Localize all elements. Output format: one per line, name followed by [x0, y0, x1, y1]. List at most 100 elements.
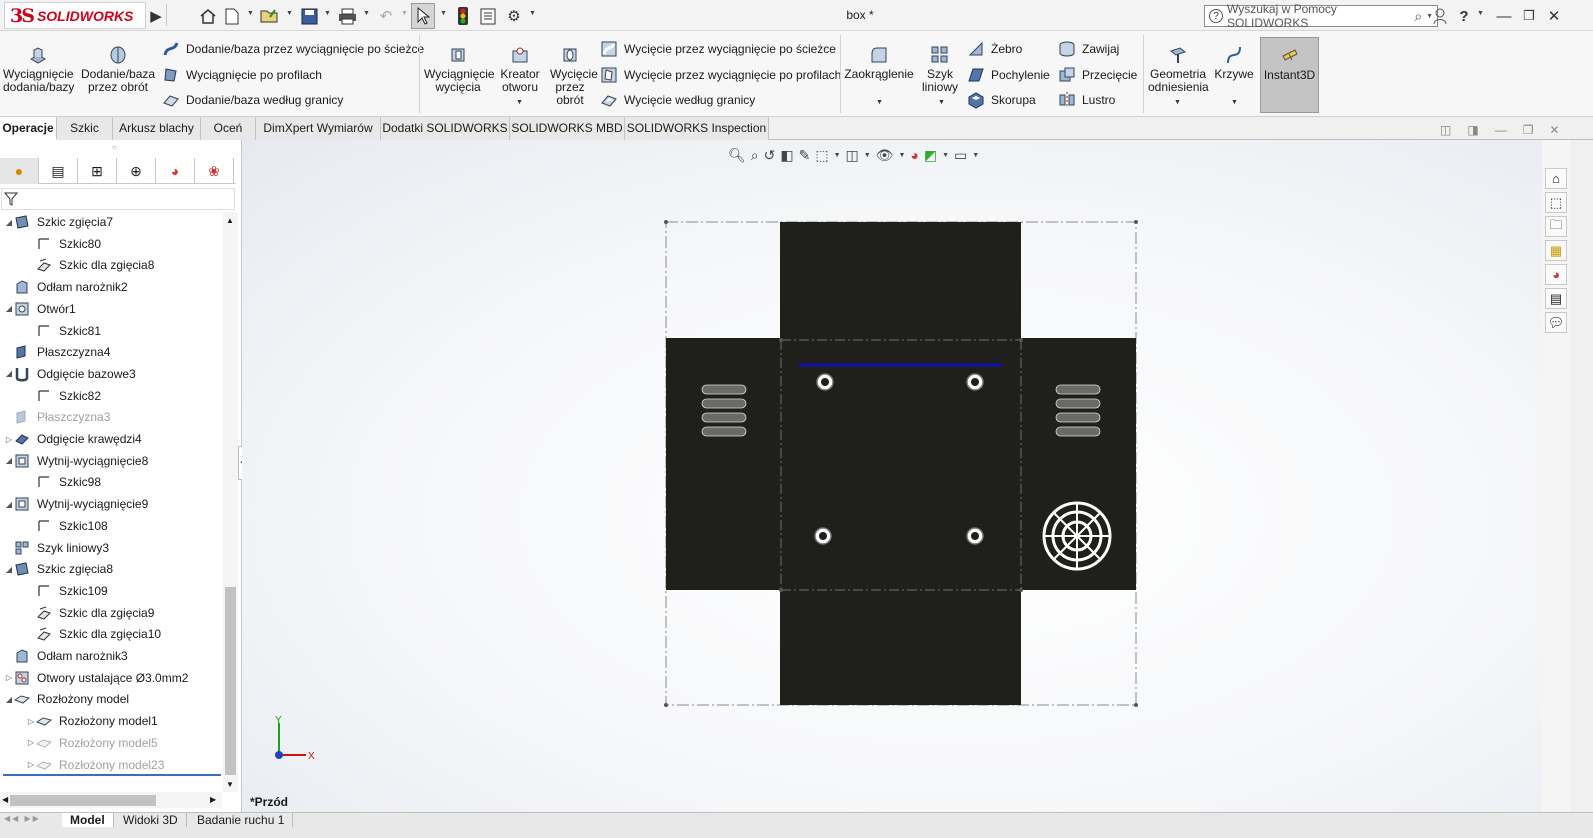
doc-restore-icon[interactable]: ❐ [1523, 123, 1534, 137]
custom-properties-icon[interactable]: ▤ [1545, 288, 1567, 309]
help-icon[interactable]: ? [1455, 6, 1473, 26]
extrude-cut-button[interactable]: Wyciągnięcie wycięcia [423, 45, 495, 94]
collapse-arrow-icon[interactable]: ◢ [4, 695, 14, 704]
new-dropdown-icon[interactable]: ▼ [247, 10, 254, 17]
lofted-boss-button[interactable]: Wyciągnięcie po profilach [162, 65, 322, 85]
file-properties-icon[interactable] [477, 6, 499, 26]
tab-motion-study[interactable]: Badanie ruchu 1 [189, 813, 294, 827]
tile-right-icon[interactable]: ◨ [1467, 123, 1478, 137]
collapse-arrow-icon[interactable]: ◢ [4, 369, 14, 378]
tree-item[interactable]: Szkic dla zgięcia9 [22, 603, 154, 623]
scroll-thumb[interactable] [225, 587, 236, 775]
collapse-arrow-icon[interactable]: ◢ [4, 218, 14, 227]
swept-boss-button[interactable]: Dodanie/baza przez wyciągnięcie po ścież… [162, 39, 424, 59]
tile-left-icon[interactable]: ◫ [1440, 123, 1451, 137]
tree-filter[interactable] [1, 188, 235, 210]
solidworks-resources-icon[interactable]: ⌂ [1545, 168, 1567, 189]
tree-item[interactable]: ▷ Rozłożony model23 [22, 755, 164, 775]
tree-item[interactable]: Odłam narożnik3 [0, 646, 128, 666]
instant3d-button[interactable]: Instant3D [1260, 37, 1319, 113]
print-icon[interactable] [336, 6, 358, 26]
minimize-window-icon[interactable]: — [1495, 6, 1513, 26]
tree-item[interactable]: Szkic108 [22, 516, 108, 536]
user-account-icon[interactable] [1430, 6, 1450, 26]
help-search-box[interactable]: ? Wyszukaj w Pomocy SOLIDWORKS ⌕ ▼ [1204, 2, 1438, 30]
doc-close-icon[interactable]: ✕ [1549, 123, 1559, 137]
display-manager-tab-icon[interactable]: ◕ [156, 158, 195, 184]
undo-dropdown-icon[interactable]: ▼ [401, 10, 408, 17]
tree-item[interactable]: ◢ Szkic zgięcia7 [0, 212, 113, 232]
tab-inspection[interactable]: SOLIDWORKS Inspection [625, 117, 769, 140]
wrap-button[interactable]: Zawijaj [1058, 39, 1119, 59]
tab-3d-views[interactable]: Widoki 3D [115, 813, 187, 827]
expand-arrow-icon[interactable]: ▷ [4, 673, 14, 682]
save-dropdown-icon[interactable]: ▼ [324, 10, 331, 17]
solidworks-logo[interactable]: 3S SOLIDWORKS [4, 2, 146, 29]
reference-geometry-button[interactable]: Geometria odniesienia [1147, 45, 1209, 94]
select-dropdown-icon[interactable]: ▼ [440, 10, 447, 17]
property-manager-tab-icon[interactable]: ▤ [39, 158, 78, 184]
tab-arkusz-blachy[interactable]: Arkusz blachy [113, 117, 201, 140]
boundary-cut-button[interactable]: Wycięcie według granicy [600, 90, 755, 110]
search-icon[interactable]: ⌕ [1414, 8, 1422, 25]
tree-item[interactable]: ◢ Wytnij-wyciągnięcie8 [0, 451, 148, 471]
print-dropdown-icon[interactable]: ▼ [363, 10, 370, 17]
cam-manager-tab-icon[interactable]: ❀ [195, 158, 234, 184]
tree-vertical-scrollbar[interactable]: ▲ ▼ [223, 212, 238, 792]
home-icon[interactable] [197, 6, 219, 26]
new-document-icon[interactable] [222, 6, 242, 26]
select-pointer-icon[interactable] [411, 3, 435, 29]
curves-dropdown-icon[interactable]: ▼ [1231, 99, 1238, 106]
boundary-boss-button[interactable]: Dodanie/baza według granicy [162, 90, 343, 110]
tab-mbd[interactable]: SOLIDWORKS MBD [510, 117, 625, 140]
panel-grip-icon[interactable]: ○ [112, 143, 117, 152]
pattern-dropdown-icon[interactable]: ▼ [938, 99, 945, 106]
tab-operacje[interactable]: Operacje [0, 117, 57, 140]
tree-item[interactable]: Płaszczyzna3 [0, 407, 110, 427]
tree-item[interactable]: ◢ Odgięcie bazowe3 [0, 364, 136, 384]
tree-item[interactable]: Szkic82 [22, 386, 101, 406]
revolve-boss-button[interactable]: Dodanie/baza przez obrót [80, 45, 156, 94]
appearances-scenes-icon[interactable]: ◕ [1545, 264, 1567, 285]
hole-wizard-button[interactable]: Kreator otworu [496, 45, 544, 94]
shell-button[interactable]: Skorupa [967, 90, 1036, 110]
tree-item[interactable]: ▷ Odgięcie krawędzi4 [0, 429, 142, 449]
hscroll-thumb[interactable] [10, 795, 156, 806]
rib-button[interactable]: Żebro [967, 39, 1022, 59]
fillet-dropdown-icon[interactable]: ▼ [876, 99, 883, 106]
tree-item[interactable]: Szkic98 [22, 472, 101, 492]
forum-icon[interactable]: 💬︎ [1545, 312, 1567, 333]
collapse-arrow-icon[interactable]: ◢ [4, 500, 14, 509]
feature-tree-tab-icon[interactable]: ● [0, 158, 39, 184]
options-gear-icon[interactable]: ⚙ [503, 6, 525, 26]
tree-item[interactable]: ◢ Rozłożony model [0, 689, 129, 709]
tree-item[interactable]: Szkic81 [22, 321, 101, 341]
undo-icon[interactable]: ↶ [375, 6, 397, 26]
collapse-arrow-icon[interactable]: ◢ [4, 304, 14, 313]
graphics-viewport[interactable]: 🔍︎ ⌕ ↺ ◧ ✎ ⬚ ▼ ◫ ▼ 👁︎ ▼ ◕ ◩ ▼ ▭ ▼ Y X *P… [242, 140, 1542, 823]
tab-dimxpert[interactable]: DimXpert Wymiarów [256, 117, 381, 140]
tab-scroll-arrows-icon[interactable]: ◀◀ ▶▶ [4, 814, 41, 823]
rollback-bar[interactable] [3, 774, 221, 776]
swept-cut-button[interactable]: Wycięcie przez wyciągnięcie po ścieżce [600, 39, 836, 59]
view-palette-icon[interactable]: ▦ [1545, 240, 1567, 261]
expand-arrow-icon[interactable]: ▷ [26, 760, 36, 769]
open-folder-icon[interactable] [259, 6, 281, 26]
tree-item[interactable]: Szkic80 [22, 234, 101, 254]
tree-item[interactable]: ◢ Otwór1 [0, 299, 76, 319]
hole-wizard-dropdown-icon[interactable]: ▼ [516, 99, 523, 106]
scroll-right-icon[interactable]: ▶ [210, 795, 216, 804]
linear-pattern-button[interactable]: Szyk liniowy [920, 45, 960, 94]
help-dropdown-icon[interactable]: ▼ [1477, 10, 1484, 17]
save-icon[interactable] [298, 6, 320, 26]
expand-arrow-icon[interactable]: ▷ [26, 717, 36, 726]
restore-window-icon[interactable]: ❐ [1520, 6, 1538, 26]
fillet-button[interactable]: Zaokrąglenie [844, 45, 914, 81]
design-library-icon[interactable]: ⬚ [1545, 192, 1567, 213]
draft-button[interactable]: Pochylenie [967, 65, 1050, 85]
configuration-manager-tab-icon[interactable]: ⊞ [78, 158, 117, 184]
tree-item[interactable]: ▷ Otwory ustalające Ø3.0mm2 [0, 668, 188, 688]
expand-menu-icon[interactable]: ▶ [149, 6, 163, 26]
curves-button[interactable]: Krzywe [1212, 45, 1256, 81]
tree-item[interactable]: ◢ Szkic zgięcia8 [0, 559, 113, 579]
